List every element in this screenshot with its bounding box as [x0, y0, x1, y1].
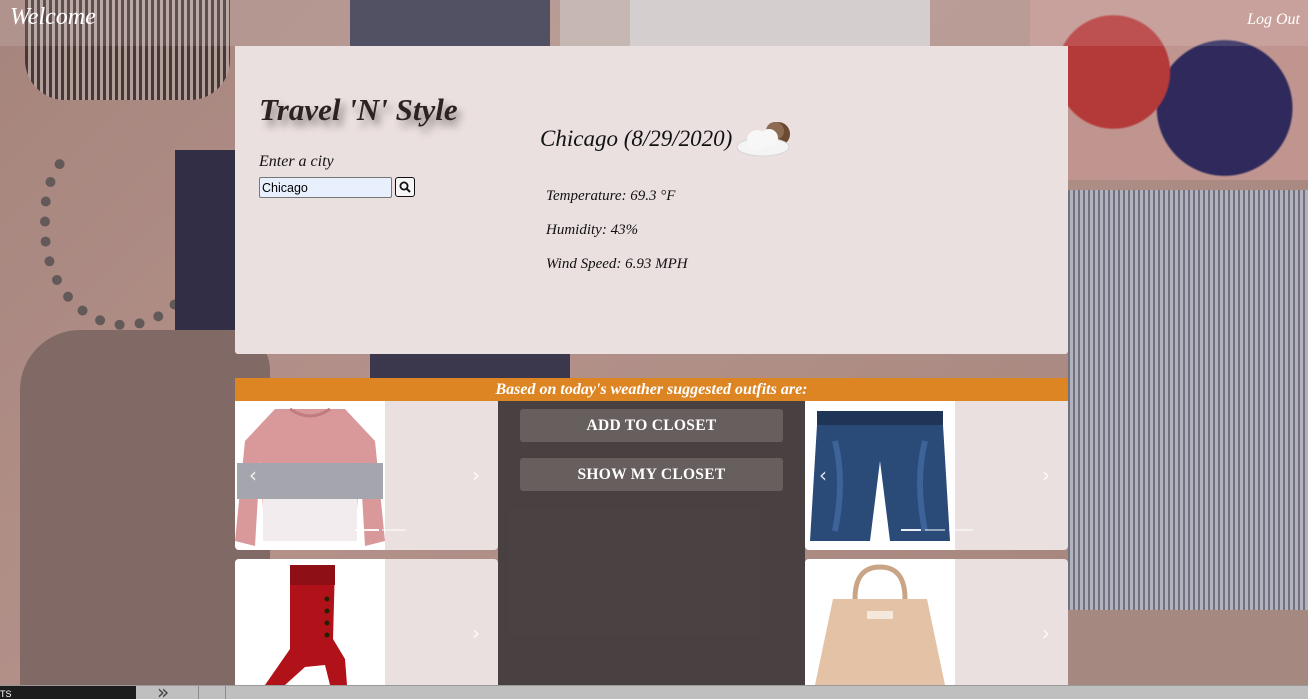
- carousel-prev-icon[interactable]: ‹: [249, 463, 257, 487]
- carousel-indicator[interactable]: [949, 529, 973, 531]
- bottom-label: TS: [0, 686, 136, 699]
- wind-speed-text: Wind Speed: 6.93 MPH: [546, 256, 688, 272]
- show-my-closet-button[interactable]: SHOW MY CLOSET: [520, 458, 783, 491]
- add-to-closet-button[interactable]: ADD TO CLOSET: [520, 409, 783, 442]
- chevron-double-right-icon[interactable]: »: [157, 680, 169, 699]
- partly-cloudy-night-icon: [736, 122, 790, 157]
- city-label: Enter a city: [259, 153, 334, 170]
- carousel-next-icon[interactable]: ›: [1042, 463, 1050, 487]
- search-icon: [399, 181, 411, 193]
- outfit-carousel-top: ‹ ›: [235, 401, 498, 550]
- outfit-carousel-accessories: ›: [805, 559, 1068, 685]
- outfit-carousel-bottom: ‹ ›: [805, 401, 1068, 550]
- suggestions-banner: Based on today's weather suggested outfi…: [235, 378, 1068, 401]
- welcome-text: Welcome: [10, 4, 96, 30]
- temperature-text: Temperature: 69.3 °F: [546, 188, 676, 204]
- weather-city-date: Chicago (8/29/2020): [540, 126, 733, 151]
- carousel-next-icon[interactable]: ›: [472, 621, 480, 645]
- city-input[interactable]: [259, 177, 392, 198]
- carousel-indicator-active[interactable]: [901, 529, 921, 531]
- outfit-carousel-shoes: ›: [235, 559, 498, 685]
- handbag-image: [805, 559, 955, 685]
- sweater-image: [235, 401, 385, 550]
- humidity-text: Humidity: 43%: [546, 222, 639, 238]
- carousel-next-icon[interactable]: ›: [1042, 621, 1050, 645]
- bottom-bar: TS »: [0, 680, 1308, 699]
- boot-image: [235, 559, 385, 685]
- app-title: Travel 'N' Style: [259, 92, 458, 127]
- top-header: Welcome Log Out: [0, 0, 1308, 46]
- carousel-indicator[interactable]: [925, 529, 945, 531]
- logout-link[interactable]: Log Out: [1247, 11, 1300, 29]
- divider: [225, 686, 226, 699]
- carousel-indicator[interactable]: [382, 529, 406, 531]
- carousel-next-icon[interactable]: ›: [472, 463, 480, 487]
- weather-card: Travel 'N' Style Enter a city Chicago (8…: [235, 46, 1068, 354]
- carousel-indicator-active[interactable]: [355, 529, 379, 531]
- carousel-prev-icon[interactable]: ‹: [819, 463, 827, 487]
- search-button[interactable]: [395, 177, 415, 197]
- divider: [198, 686, 199, 699]
- jeans-image: [805, 401, 955, 550]
